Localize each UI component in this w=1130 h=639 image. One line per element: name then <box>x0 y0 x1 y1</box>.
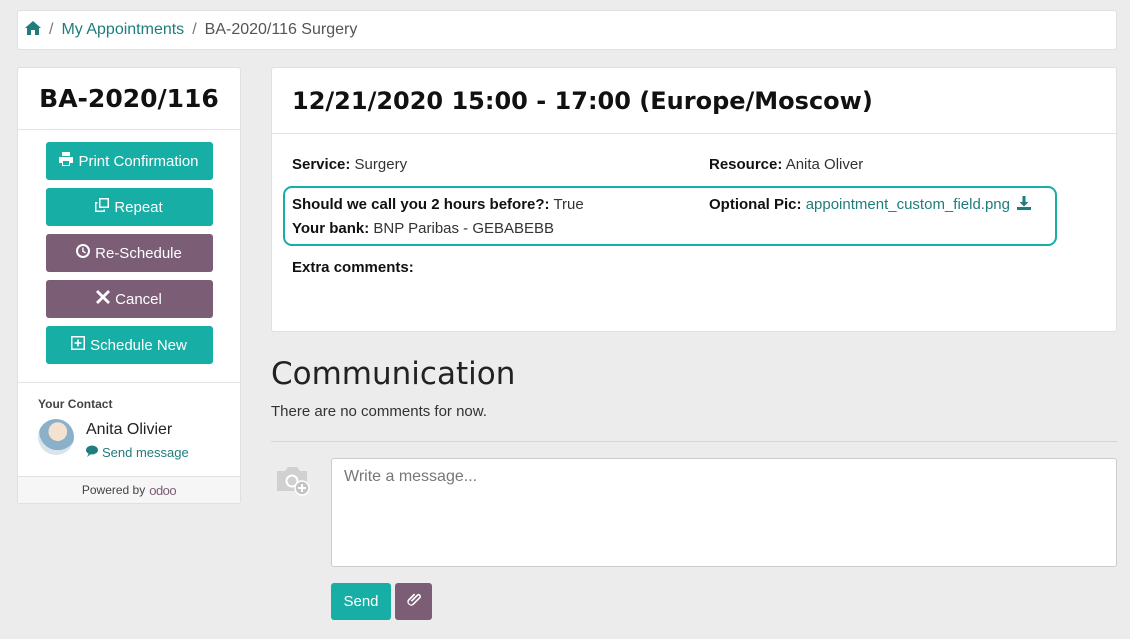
custom-fields-highlight <box>283 186 1057 246</box>
extra-comments-field: Extra comments: <box>292 259 414 276</box>
send-message-label: Send message <box>102 445 189 460</box>
camera-avatar-icon <box>275 463 311 497</box>
bank-label: Your bank: <box>292 220 370 237</box>
attach-button[interactable] <box>395 583 432 620</box>
contact-section: Your Contact Anita Olivier Send message <box>18 382 240 478</box>
odoo-logo[interactable]: odoo <box>149 483 176 498</box>
service-value: Surgery <box>354 156 408 173</box>
print-icon <box>59 152 74 170</box>
avatar <box>38 419 74 455</box>
paperclip-icon <box>406 592 422 612</box>
appointment-sidebar: BA-2020/116 Print Confirmation Repeat Re… <box>17 67 241 504</box>
contact-label: Your Contact <box>38 397 113 411</box>
extra-comments-label: Extra comments: <box>292 259 414 276</box>
schedule-new-button[interactable]: Schedule New <box>45 326 213 364</box>
contact-name: Anita Olivier <box>86 421 173 438</box>
powered-by-label: Powered by <box>81 483 146 497</box>
breadcrumb-current: BA-2020/116 Surgery <box>204 21 358 38</box>
service-label: Service: <box>292 156 351 173</box>
repeat-label: Repeat <box>114 198 163 216</box>
cancel-button[interactable]: Cancel <box>45 280 213 318</box>
clock-icon <box>76 244 91 262</box>
optional-pic-link[interactable]: appointment_custom_field.png <box>806 196 1010 213</box>
resource-field: Resource: Anita Oliver <box>709 156 863 173</box>
bank-value: BNP Paribas - GEBABEBB <box>373 220 555 237</box>
print-confirmation-label: Print Confirmation <box>78 152 199 170</box>
call-before-field: Should we call you 2 hours before?: True <box>292 196 584 213</box>
call-before-value: True <box>553 196 584 213</box>
plus-square-icon <box>71 336 86 354</box>
breadcrumb-separator: / <box>49 21 54 38</box>
reschedule-label: Re-Schedule <box>95 244 182 262</box>
close-icon <box>96 290 111 308</box>
optional-pic-label: Optional Pic: <box>709 196 802 213</box>
repeat-button[interactable]: Repeat <box>45 188 213 226</box>
call-before-label: Should we call you 2 hours before?: <box>292 196 550 213</box>
divider <box>271 441 1117 442</box>
communication-title: Communication <box>271 356 516 392</box>
download-icon[interactable] <box>1014 196 1032 213</box>
bank-field: Your bank: BNP Paribas - GEBABEBB <box>292 220 554 237</box>
copy-icon <box>95 198 110 216</box>
breadcrumb-my-appointments-link[interactable]: My Appointments <box>61 21 184 39</box>
optional-pic-field: Optional Pic: appointment_custom_field.p… <box>709 196 1032 213</box>
no-comments-text: There are no comments for now. <box>271 403 487 420</box>
send-message-link[interactable]: Send message <box>86 445 189 460</box>
service-field: Service: Surgery <box>292 156 407 173</box>
appointment-details-card: 12/21/2020 15:00 - 17:00 (Europe/Moscow)… <box>271 67 1117 332</box>
print-confirmation-button[interactable]: Print Confirmation <box>45 142 213 180</box>
home-icon[interactable] <box>25 20 41 40</box>
cancel-label: Cancel <box>115 290 162 308</box>
powered-by-footer: Powered by odoo <box>18 476 240 503</box>
comment-icon <box>86 445 98 460</box>
reschedule-button[interactable]: Re-Schedule <box>45 234 213 272</box>
breadcrumb-separator: / <box>192 21 197 38</box>
appointment-datetime-heading: 12/21/2020 15:00 - 17:00 (Europe/Moscow) <box>272 68 1116 134</box>
send-button[interactable]: Send <box>331 583 391 620</box>
resource-label: Resource: <box>709 156 783 173</box>
message-input[interactable] <box>331 458 1117 567</box>
breadcrumb: / My Appointments / BA-2020/116 Surgery <box>17 10 1117 50</box>
appointment-reference: BA-2020/116 <box>18 68 240 130</box>
schedule-new-label: Schedule New <box>90 336 187 354</box>
resource-value: Anita Oliver <box>785 156 864 173</box>
